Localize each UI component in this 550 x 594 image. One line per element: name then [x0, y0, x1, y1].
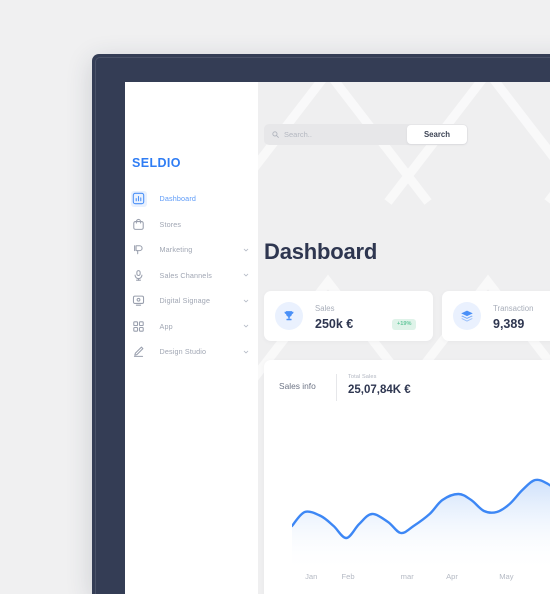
sidebar-item-label: Stores	[159, 219, 182, 229]
chevron-down-icon[interactable]	[243, 349, 249, 355]
sidebar-nav: Dashboard Stores Marketing Sales Channel…	[125, 186, 258, 365]
status-badge: +19%	[392, 319, 417, 330]
megaphone-icon	[132, 243, 145, 256]
layers-icon	[453, 302, 481, 330]
stat-card-transactions[interactable]: Transaction 9,389	[442, 291, 550, 341]
sidebar-item-label: Sales Channels	[159, 270, 212, 280]
sidebar-item-design-studio[interactable]: Design Studio	[125, 339, 258, 365]
chevron-down-icon[interactable]	[243, 272, 249, 278]
sidebar-item-label: Digital Signage	[159, 296, 211, 306]
megaphone-icon-box	[131, 242, 147, 258]
total-sales-label: Total Sales	[348, 374, 377, 380]
sales-info-card: Sales info Total Sales 25,07,84K € Jan F…	[264, 360, 550, 594]
sidebar-item-dashboard[interactable]: Dashboard	[125, 186, 258, 212]
x-axis-tick: May	[499, 572, 514, 581]
pen-design-icon	[132, 345, 145, 358]
bar-chart-icon-box	[130, 190, 147, 207]
brand-logo[interactable]: SELDIO	[132, 156, 181, 170]
sidebar-item-stores[interactable]: Stores	[125, 212, 258, 238]
chevron-down-icon[interactable]	[243, 247, 249, 253]
search-icon	[272, 131, 279, 138]
sidebar-item-marketing[interactable]: Marketing	[125, 237, 258, 263]
search-input[interactable]	[279, 130, 407, 139]
x-axis-tick: Feb	[341, 572, 355, 581]
tab-sales-info[interactable]: Sales info	[279, 381, 316, 391]
chart-area-fill	[292, 479, 550, 572]
microphone-icon	[132, 269, 145, 282]
window-titlebar: ×	[92, 54, 550, 82]
page-title: Dashboard	[264, 238, 378, 264]
sidebar-item-digital-signage[interactable]: Digital Signage	[125, 288, 258, 314]
store-bag-icon	[132, 218, 145, 231]
stat-label: Transaction	[493, 304, 534, 313]
app-content: SELDIO Dashboard Stores Marketing Sales …	[125, 82, 550, 594]
stat-card-sales[interactable]: Sales 250k € +19%	[264, 291, 433, 341]
stat-value: 250k €	[315, 317, 354, 331]
monitor-icon-box	[131, 293, 147, 309]
sidebar-item-sales-channels[interactable]: Sales Channels	[125, 263, 258, 289]
trophy-icon	[275, 302, 303, 330]
grid-apps-icon	[132, 320, 145, 333]
sidebar-item-label: App	[159, 321, 173, 331]
stat-value: 9,389	[493, 317, 525, 331]
main-panel: Search Dashboard Sales 250k € +19%	[258, 82, 550, 594]
store-bag-icon-box	[131, 216, 147, 232]
bar-chart-icon	[132, 192, 145, 205]
search-bar[interactable]: Search	[264, 124, 468, 145]
stat-label: Sales	[315, 304, 335, 313]
monitor-icon	[132, 294, 145, 307]
sidebar: SELDIO Dashboard Stores Marketing Sales …	[125, 82, 258, 594]
sidebar-item-label: Marketing	[159, 245, 193, 255]
grid-apps-icon-box	[131, 318, 147, 334]
app-window: × SELDIO	[92, 54, 550, 594]
x-axis-tick: Jan	[305, 572, 318, 581]
chart-x-axis: JanFebmarAprMayJun	[292, 572, 550, 586]
sidebar-item-app[interactable]: App	[125, 314, 258, 340]
total-sales-value: 25,07,84K €	[348, 384, 411, 396]
sidebar-item-label: Design Studio	[159, 347, 207, 357]
x-axis-tick: mar	[400, 572, 414, 581]
pen-design-icon-box	[131, 344, 147, 360]
chevron-down-icon[interactable]	[243, 323, 249, 329]
sidebar-item-label: Dashboard	[159, 194, 197, 204]
search-button[interactable]: Search	[407, 125, 467, 144]
microphone-icon-box	[131, 267, 147, 283]
x-axis-tick: Apr	[446, 572, 458, 581]
chevron-down-icon[interactable]	[243, 298, 249, 304]
sales-line-chart	[292, 460, 550, 572]
divider	[336, 374, 337, 401]
